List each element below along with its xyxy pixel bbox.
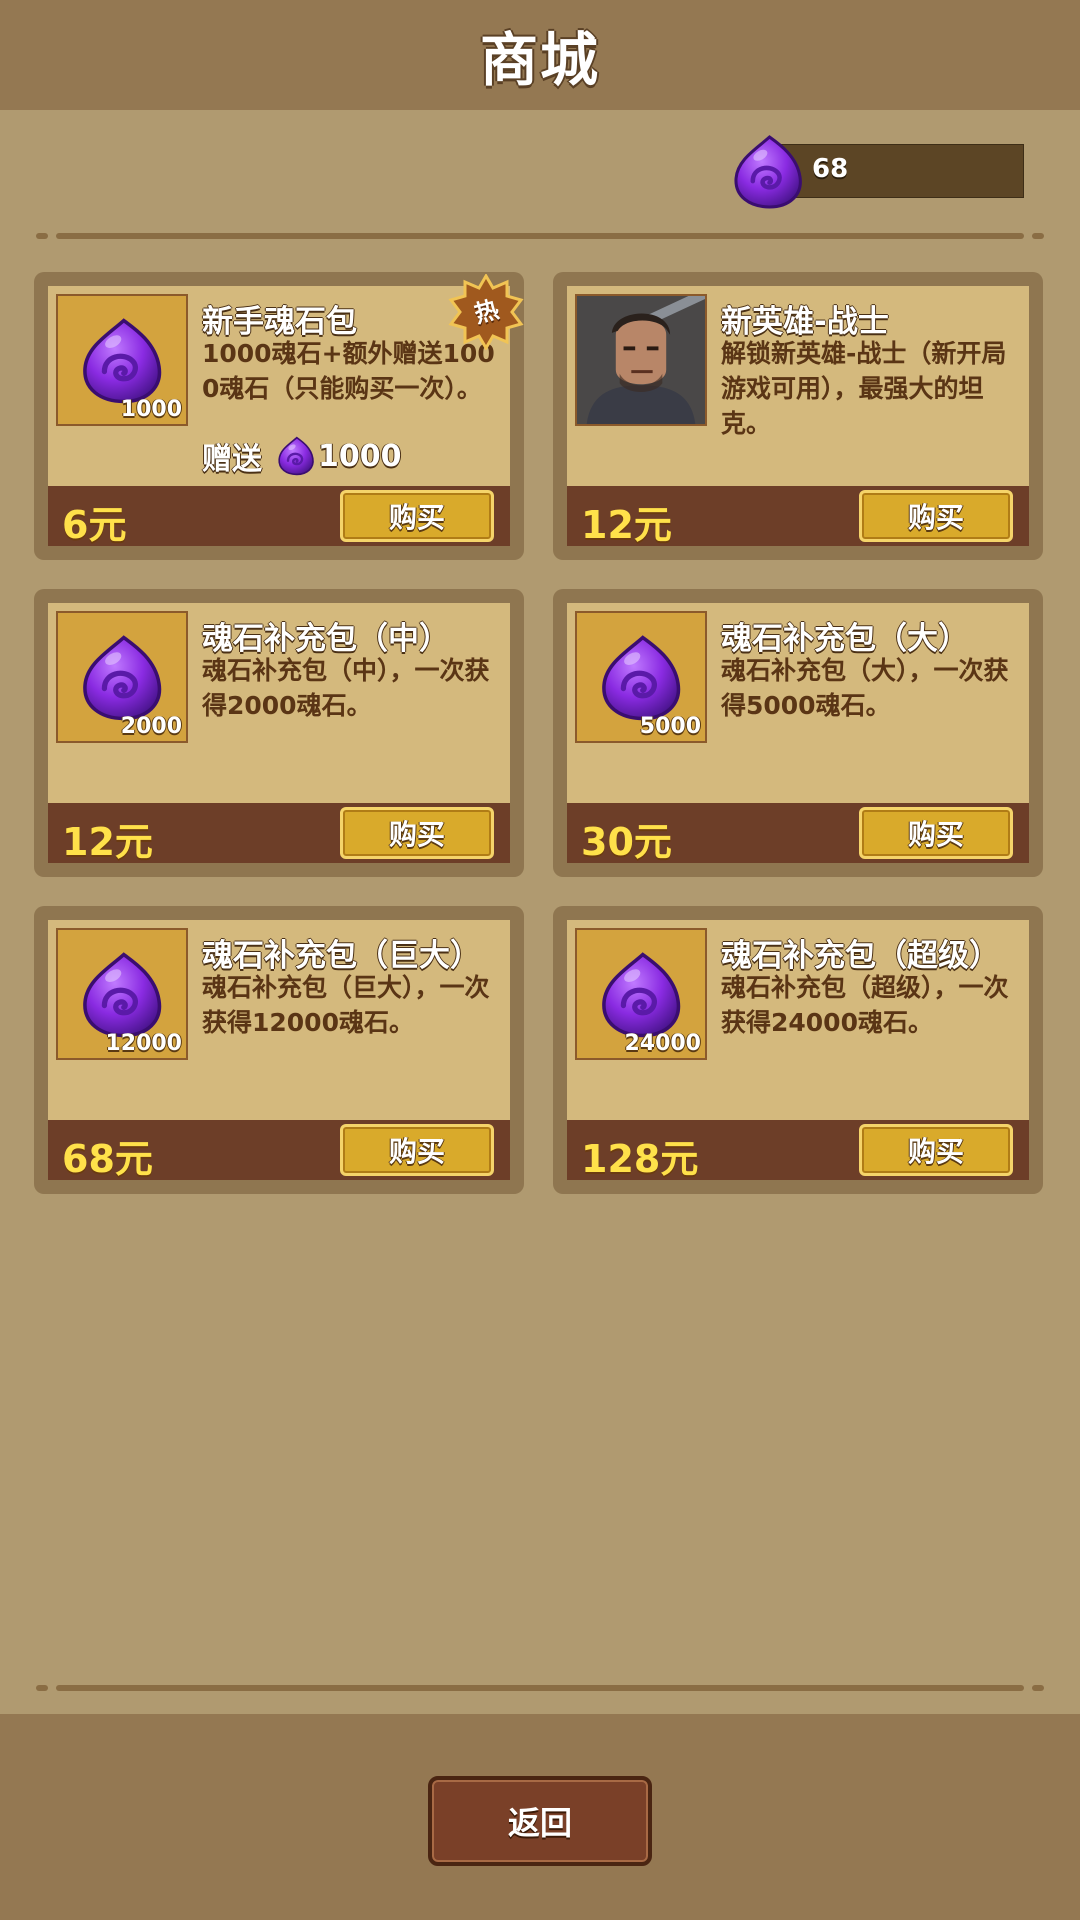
- product-price: 30元: [581, 820, 672, 864]
- price-bar: 68元 购买: [48, 1120, 510, 1181]
- buy-button[interactable]: 购买: [859, 490, 1013, 542]
- price-bar: 6元 购买: [48, 486, 510, 547]
- soul-stone-icon: [730, 134, 806, 210]
- buy-button[interactable]: 购买: [859, 1124, 1013, 1176]
- soul-stone-icon: [78, 633, 166, 723]
- product-quantity: 24000: [624, 1031, 701, 1056]
- product-card-soulstone-huge: 12000 魂石补充包（巨大） 魂石补充包（巨大），一次获得12000魂石。 6…: [34, 906, 524, 1194]
- bonus-row: 赠送 1000: [202, 434, 402, 478]
- product-icon-box: 24000: [575, 928, 707, 1060]
- product-title: 魂石补充包（超级）: [721, 938, 1000, 974]
- product-icon-box: [575, 294, 707, 426]
- bonus-label: 赠送: [202, 442, 262, 477]
- footer-bar: 返回: [0, 1714, 1080, 1920]
- product-quantity: 2000: [120, 714, 182, 739]
- product-quantity: 1000: [120, 397, 182, 422]
- product-icon-box: 5000: [575, 611, 707, 743]
- divider-top: [36, 230, 1044, 242]
- product-icon-box: 1000: [56, 294, 188, 426]
- price-bar: 12元 购买: [48, 803, 510, 864]
- buy-button[interactable]: 购买: [340, 807, 494, 859]
- product-price: 12元: [62, 820, 153, 864]
- product-quantity: 12000: [105, 1031, 182, 1056]
- page-title: 商城: [479, 26, 600, 94]
- product-title: 魂石补充包（巨大）: [202, 938, 481, 974]
- buy-button[interactable]: 购买: [859, 807, 1013, 859]
- product-price: 12元: [581, 503, 672, 547]
- divider-bottom: [36, 1682, 1044, 1694]
- currency-display: 68: [730, 134, 1024, 216]
- buy-button[interactable]: 购买: [340, 490, 494, 542]
- soul-stone-small-icon: [276, 436, 316, 476]
- soul-stone-icon: [597, 633, 685, 723]
- header-bar: 商城: [0, 0, 1080, 110]
- product-title: 魂石补充包（大）: [721, 621, 969, 657]
- product-quantity: 5000: [639, 714, 701, 739]
- soul-stone-icon: [78, 950, 166, 1040]
- product-card-soulstone-super: 24000 魂石补充包（超级） 魂石补充包（超级），一次获得24000魂石。 1…: [553, 906, 1043, 1194]
- product-title: 魂石补充包（中）: [202, 621, 450, 657]
- buy-button[interactable]: 购买: [340, 1124, 494, 1176]
- product-price: 68元: [62, 1137, 153, 1181]
- product-description: 解锁新英雄-战士（新开局游戏可用），最强大的坦克。: [721, 339, 1007, 438]
- soul-stone-icon: [78, 316, 166, 406]
- product-card-starter-pack: 1000 新手魂石包 1000魂石+额外赠送1000魂石（只能购买一次）。 赠送…: [34, 272, 524, 560]
- product-icon-box: 2000: [56, 611, 188, 743]
- price-bar: 12元 购买: [567, 486, 1029, 547]
- price-bar: 30元 购买: [567, 803, 1029, 864]
- product-card-soulstone-medium: 2000 魂石补充包（中） 魂石补充包（中），一次获得2000魂石。 12元 购…: [34, 589, 524, 877]
- product-card-new-hero: 新英雄-战士 解锁新英雄-战士（新开局游戏可用），最强大的坦克。 12元 购买: [553, 272, 1043, 560]
- product-card-soulstone-large: 5000 魂石补充包（大） 魂石补充包（大），一次获得5000魂石。 30元 购…: [553, 589, 1043, 877]
- back-button[interactable]: 返回: [428, 1776, 652, 1866]
- product-description: 魂石补充包（巨大），一次获得12000魂石。: [202, 973, 490, 1037]
- warrior-portrait-icon: [577, 296, 705, 424]
- bonus-amount: 1000: [318, 438, 402, 474]
- product-title: 新英雄-战士: [721, 304, 889, 340]
- product-description: 魂石补充包（中），一次获得2000魂石。: [202, 656, 490, 720]
- product-icon-box: 12000: [56, 928, 188, 1060]
- hot-badge: 热: [448, 273, 524, 351]
- price-bar: 128元 购买: [567, 1120, 1029, 1181]
- product-price: 6元: [62, 503, 127, 547]
- currency-amount: 68: [812, 154, 849, 184]
- product-price: 128元: [581, 1137, 699, 1181]
- product-description: 魂石补充包（超级），一次获得24000魂石。: [721, 973, 1009, 1037]
- soul-stone-icon: [597, 950, 685, 1040]
- product-description: 魂石补充包（大），一次获得5000魂石。: [721, 656, 1009, 720]
